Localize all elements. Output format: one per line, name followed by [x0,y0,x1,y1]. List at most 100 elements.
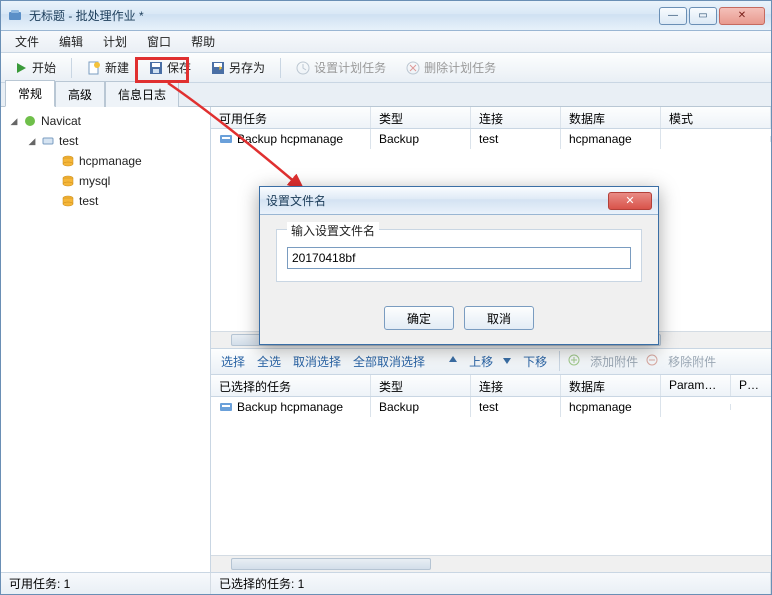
connection-tree[interactable]: ◢ Navicat ◢ test hcpmanage mysql [1,107,211,572]
start-button[interactable]: 开始 [5,55,65,80]
tree-db-label: mysql [79,174,110,188]
move-up-link[interactable]: 上移 [465,351,497,372]
menu-help[interactable]: 帮助 [181,31,225,52]
dialog-fieldset: 输入设置文件名 [276,229,642,282]
deselect-link[interactable]: 取消选择 [289,351,345,372]
cell-type: Backup [371,129,471,149]
tab-advanced[interactable]: 高级 [55,81,105,107]
dialog-title: 设置文件名 [266,192,608,209]
save-button[interactable]: 保存 [140,55,200,80]
backup-icon [219,132,233,146]
expander-icon[interactable]: ◢ [9,116,19,127]
connection-icon [41,134,55,148]
cell-sel-type: Backup [371,397,471,417]
cell-db: hcpmanage [561,129,661,149]
cell-sel-conn: test [471,397,561,417]
menu-edit[interactable]: 编辑 [49,31,93,52]
database-icon [61,194,75,208]
dialog-input-label: 输入设置文件名 [287,222,379,239]
start-label: 开始 [32,59,56,76]
menu-file[interactable]: 文件 [5,31,49,52]
delete-plan-button[interactable]: 删除计划任务 [397,55,505,80]
save-label: 保存 [167,59,191,76]
main-window: 无标题 - 批处理作业 * — ▭ ✕ 文件 编辑 计划 窗口 帮助 开始 新建… [0,0,772,595]
delete-plan-label: 删除计划任务 [424,59,496,76]
cell-conn: test [471,129,561,149]
tree-connection[interactable]: ◢ test [1,131,210,151]
col-sel-extra[interactable]: Para [731,375,771,396]
selection-toolbar: 选择 全选 取消选择 全部取消选择 上移 下移 添加附件 移除附件 [211,349,771,375]
toolbar: 开始 新建 保存 另存为 设置计划任务 删除计划任务 [1,53,771,83]
tab-log[interactable]: 信息日志 [105,81,179,107]
available-tasks-header: 可用任务 类型 连接 数据库 模式 [211,107,771,129]
filename-dialog: 设置文件名 ✕ 输入设置文件名 确定 取消 [259,186,659,345]
save-as-button[interactable]: 另存为 [202,55,274,80]
status-available: 可用任务: 1 [1,573,211,594]
select-all-link[interactable]: 全选 [253,351,285,372]
expander-icon[interactable]: ◢ [27,136,37,147]
col-db[interactable]: 数据库 [561,107,661,128]
database-icon [61,174,75,188]
tree-connection-label: test [59,134,78,148]
titlebar[interactable]: 无标题 - 批处理作业 * — ▭ ✕ [1,1,771,31]
col-sel-task[interactable]: 已选择的任务 [211,375,371,396]
backup-icon [219,400,233,414]
minimize-button[interactable]: — [659,7,687,25]
remove-attachment-link[interactable]: 移除附件 [664,351,720,372]
cancel-button[interactable]: 取消 [464,306,534,330]
tree-db-label: test [79,194,98,208]
col-schema[interactable]: 模式 [661,107,771,128]
col-sel-conn[interactable]: 连接 [471,375,561,396]
selected-tasks-pane: 已选择的任务 类型 连接 数据库 Paramet... Para Backup … [211,375,771,572]
dialog-close-button[interactable]: ✕ [608,192,652,210]
tree-db-hcpmanage[interactable]: hcpmanage [1,151,210,171]
col-sel-db[interactable]: 数据库 [561,375,661,396]
set-plan-label: 设置计划任务 [314,59,386,76]
add-attachment-link[interactable]: 添加附件 [586,351,642,372]
col-type[interactable]: 类型 [371,107,471,128]
maximize-button[interactable]: ▭ [689,7,717,25]
deselect-all-link[interactable]: 全部取消选择 [349,351,429,372]
menubar: 文件 编辑 计划 窗口 帮助 [1,31,771,53]
tree-db-mysql[interactable]: mysql [1,171,210,191]
save-as-icon [211,61,225,75]
col-sel-type[interactable]: 类型 [371,375,471,396]
attach-remove-icon [646,354,660,368]
tab-general[interactable]: 常规 [5,80,55,107]
tree-root-label: Navicat [41,114,81,128]
col-sel-params[interactable]: Paramet... [661,375,731,396]
clock-delete-icon [406,61,420,75]
menu-plan[interactable]: 计划 [93,31,137,52]
menu-window[interactable]: 窗口 [137,31,181,52]
arrow-up-icon [447,354,461,368]
attach-add-icon [568,354,582,368]
table-row[interactable]: Backup hcpmanage Backup test hcpmanage [211,129,771,149]
new-icon [87,61,101,75]
filename-input[interactable] [287,247,631,269]
tree-db-test[interactable]: test [1,191,210,211]
select-link[interactable]: 选择 [217,351,249,372]
dialog-titlebar[interactable]: 设置文件名 ✕ [260,187,658,215]
move-down-link[interactable]: 下移 [519,351,551,372]
new-button[interactable]: 新建 [78,55,138,80]
col-conn[interactable]: 连接 [471,107,561,128]
selected-tasks-list[interactable]: Backup hcpmanage Backup test hcpmanage [211,397,771,555]
col-task[interactable]: 可用任务 [211,107,371,128]
tree-db-label: hcpmanage [79,154,142,168]
arrow-down-icon [501,354,515,368]
table-row[interactable]: Backup hcpmanage Backup test hcpmanage [211,397,771,417]
ok-button[interactable]: 确定 [384,306,454,330]
cell-sel-task: Backup hcpmanage [237,400,343,414]
tree-root[interactable]: ◢ Navicat [1,111,210,131]
tabstrip: 常规 高级 信息日志 [1,83,771,107]
close-button[interactable]: ✕ [719,7,765,25]
window-title: 无标题 - 批处理作业 * [29,7,657,24]
save-icon [149,61,163,75]
cell-sel-db: hcpmanage [561,397,661,417]
cell-task: Backup hcpmanage [237,132,343,146]
new-label: 新建 [105,59,129,76]
set-plan-button[interactable]: 设置计划任务 [287,55,395,80]
database-icon [61,154,75,168]
app-icon [7,8,23,24]
h-scrollbar[interactable] [211,555,771,572]
